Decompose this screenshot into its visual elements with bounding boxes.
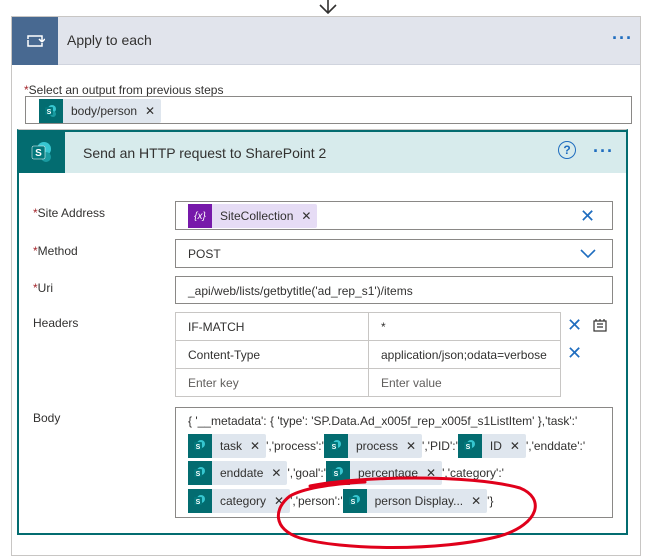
header-value-field[interactable]: *	[368, 312, 561, 341]
clear-icon[interactable]: ✕	[580, 207, 595, 225]
annotation-circle	[276, 476, 537, 549]
sharepoint-icon: S	[188, 489, 212, 513]
more-options-icon[interactable]: ···	[612, 28, 633, 49]
svg-text:S: S	[466, 444, 471, 451]
apply-to-each-header[interactable]: Apply to each ···	[12, 17, 640, 65]
remove-token-icon[interactable]: ✕	[145, 104, 155, 118]
body-label: Body	[33, 411, 61, 425]
remove-token-icon[interactable]: ✕	[250, 439, 260, 453]
svg-text:S: S	[196, 471, 201, 478]
header-key-field[interactable]: IF-MATCH	[175, 312, 369, 341]
down-arrow-icon	[319, 0, 337, 14]
svg-text:S: S	[35, 148, 42, 159]
uri-label: *Uri	[33, 281, 53, 295]
body-text: ','PID':'	[422, 439, 458, 453]
loop-icon	[12, 17, 58, 65]
body-text: ','process':'	[266, 439, 324, 453]
site-address-label: *Site Address	[33, 206, 106, 220]
sharepoint-logo-icon: S	[19, 132, 65, 173]
sharepoint-icon: S	[457, 434, 482, 458]
http-request-header[interactable]: S Send an HTTP request to SharePoint 2 ?…	[19, 130, 626, 173]
svg-text:S: S	[196, 444, 201, 451]
header-key-placeholder[interactable]: Enter key	[175, 368, 369, 397]
switch-to-text-icon[interactable]	[592, 317, 608, 333]
method-value: POST	[188, 247, 221, 261]
sharepoint-icon: S	[188, 434, 212, 458]
svg-text:S: S	[47, 109, 52, 116]
body-text: ','enddate':'	[525, 439, 586, 453]
remove-header-icon[interactable]: ✕	[567, 344, 582, 362]
site-collection-token[interactable]: {x} SiteCollection ✕	[188, 204, 318, 228]
task-token[interactable]: S task ✕	[188, 434, 267, 458]
uri-value: _api/web/lists/getbytitle('ad_rep_s1')/i…	[188, 284, 413, 298]
sharepoint-icon: S	[39, 99, 63, 123]
remove-token-icon[interactable]: ✕	[406, 439, 416, 453]
uri-field[interactable]: _api/web/lists/getbytitle('ad_rep_s1')/i…	[175, 276, 613, 304]
process-token[interactable]: S process ✕	[323, 434, 423, 458]
header-key-field[interactable]: Content-Type	[175, 340, 369, 369]
remove-token-icon[interactable]: ✕	[301, 209, 311, 223]
more-options-icon[interactable]: ···	[593, 141, 614, 162]
method-label: *Method	[33, 244, 78, 258]
body-line-2: S task ✕ ','process':' S process ✕ ','PID'…	[188, 434, 585, 458]
svg-text:S: S	[196, 499, 201, 506]
body-text: { '__metadata': { 'type': 'SP.Data.Ad_x0…	[188, 414, 578, 428]
id-token[interactable]: S ID ✕	[457, 434, 526, 458]
http-request-title: Send an HTTP request to SharePoint 2	[83, 145, 327, 161]
apply-to-each-title: Apply to each	[67, 32, 152, 48]
help-icon[interactable]: ?	[558, 141, 576, 159]
sharepoint-icon: S	[323, 434, 348, 458]
svg-text:S: S	[332, 444, 337, 451]
remove-token-icon[interactable]: ✕	[510, 439, 520, 453]
headers-label: Headers	[33, 316, 79, 330]
select-output-label: *Select an output from previous steps	[24, 83, 224, 97]
sharepoint-icon: S	[188, 461, 212, 485]
header-value-field[interactable]: application/json;odata=verbose	[368, 340, 561, 369]
body-person-token[interactable]: S body/person ✕	[39, 99, 162, 123]
chevron-down-icon[interactable]	[580, 249, 596, 259]
select-output-field[interactable]: S body/person ✕	[25, 96, 632, 124]
method-dropdown[interactable]: POST	[175, 239, 613, 268]
site-address-field[interactable]: {x} SiteCollection ✕ ✕	[175, 201, 613, 230]
remove-header-icon[interactable]: ✕	[567, 316, 582, 334]
variable-icon: {x}	[188, 204, 212, 228]
header-value-placeholder[interactable]: Enter value	[368, 368, 561, 397]
